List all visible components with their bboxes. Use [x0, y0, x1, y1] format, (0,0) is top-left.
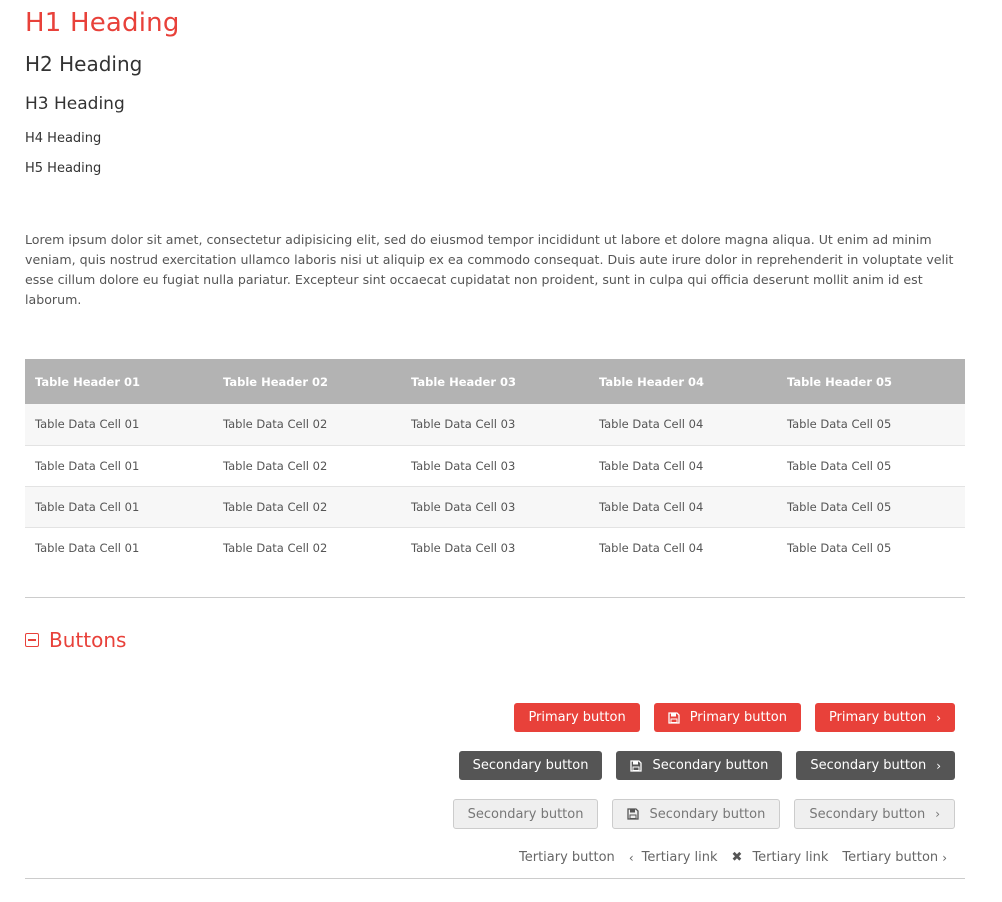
- buttons-section-header[interactable]: Buttons: [25, 628, 126, 652]
- primary-next-button[interactable]: Primary button ›: [814, 703, 955, 732]
- save-icon: [630, 759, 643, 772]
- button-label: Secondary button: [467, 806, 584, 822]
- secondary-light-button[interactable]: Secondary button: [452, 799, 599, 829]
- save-icon: [668, 711, 680, 724]
- chevron-right-icon: ›: [936, 710, 941, 725]
- data-table: Table Header 01 Table Header 02 Table He…: [25, 359, 965, 568]
- primary-button-row: Primary button Primary button Primary bu…: [514, 703, 955, 732]
- bottom-divider: [25, 878, 965, 879]
- button-label: Secondary button: [649, 806, 766, 822]
- button-label: Primary button: [528, 710, 626, 725]
- table-cell: Table Data Cell 02: [213, 404, 401, 446]
- tertiary-label: Tertiary button: [519, 850, 615, 865]
- save-icon: [627, 808, 640, 820]
- table-cell: Table Data Cell 01: [25, 404, 213, 446]
- table-cell: Table Data Cell 04: [589, 404, 777, 446]
- button-label: Secondary button: [472, 758, 589, 773]
- table-header-cell: Table Header 03: [401, 359, 589, 404]
- table-row: Table Data Cell 01 Table Data Cell 02 Ta…: [25, 445, 965, 487]
- table-header-cell: Table Header 05: [777, 359, 965, 404]
- table-cell: Table Data Cell 02: [213, 486, 401, 528]
- secondary-light-save-button[interactable]: Secondary button: [612, 799, 781, 829]
- button-label: Primary button: [689, 710, 787, 725]
- tertiary-back-link[interactable]: ‹ Tertiary link: [629, 850, 718, 865]
- h5-heading: H5 Heading: [25, 161, 102, 176]
- button-label: Secondary button: [652, 758, 769, 773]
- table-cell: Table Data Cell 04: [589, 445, 777, 487]
- table-row: Table Data Cell 01 Table Data Cell 02 Ta…: [25, 527, 965, 568]
- chevron-right-icon: ›: [942, 850, 947, 865]
- table-cell: Table Data Cell 01: [25, 445, 213, 487]
- section-divider: [25, 597, 965, 598]
- table-cell: Table Data Cell 02: [213, 445, 401, 487]
- table-cell: Table Data Cell 03: [401, 445, 589, 487]
- table-header-cell: Table Header 04: [589, 359, 777, 404]
- collapse-minus-icon[interactable]: [25, 633, 39, 647]
- secondary-dark-button-row: Secondary button Secondary button Second…: [458, 751, 955, 780]
- table-cell: Table Data Cell 03: [401, 486, 589, 528]
- table-cell: Table Data Cell 03: [401, 404, 589, 446]
- table-cell: Table Data Cell 05: [777, 445, 965, 487]
- chevron-left-icon: ‹: [628, 850, 634, 865]
- table-cell: Table Data Cell 05: [777, 486, 965, 528]
- table-cell: Table Data Cell 04: [589, 486, 777, 528]
- tertiary-row: Tertiary button ‹ Tertiary link ✖ Tertia…: [519, 850, 947, 865]
- primary-button[interactable]: Primary button: [514, 703, 640, 732]
- h2-heading: H2 Heading: [25, 52, 143, 76]
- secondary-button[interactable]: Secondary button: [458, 751, 603, 780]
- secondary-save-button[interactable]: Secondary button: [616, 751, 783, 780]
- table-header-cell: Table Header 02: [213, 359, 401, 404]
- table-cell: Table Data Cell 02: [223, 540, 328, 555]
- button-label: Secondary button: [810, 758, 927, 773]
- button-label: Secondary button: [809, 806, 926, 822]
- table-row: Table Data Cell 01 Table Data Cell 02 Ta…: [25, 404, 965, 446]
- chevron-right-icon: ›: [935, 807, 940, 821]
- button-label: Primary button: [828, 710, 927, 725]
- chevron-right-icon: ›: [936, 758, 941, 773]
- tertiary-close-link[interactable]: ✖ Tertiary link: [732, 850, 829, 865]
- tertiary-button[interactable]: Tertiary button: [519, 850, 615, 865]
- section-title: Buttons: [49, 628, 127, 652]
- secondary-light-next-button[interactable]: Secondary button ›: [794, 799, 955, 829]
- primary-save-button[interactable]: Primary button: [653, 703, 801, 732]
- table-cell: Table Data Cell 05: [777, 404, 965, 446]
- table-cell: Table Data Cell 01: [25, 486, 213, 528]
- table-cell: Table Data Cell 04: [599, 540, 704, 555]
- tertiary-label: Tertiary link: [641, 850, 718, 865]
- table-header-row: Table Header 01 Table Header 02 Table He…: [25, 359, 965, 404]
- body-paragraph: Lorem ipsum dolor sit amet, consectetur …: [25, 232, 954, 307]
- table-header-cell: Table Header 01: [25, 359, 213, 404]
- h4-heading: H4 Heading: [25, 131, 102, 146]
- tertiary-next-button[interactable]: Tertiary button ›: [842, 850, 947, 865]
- secondary-next-button[interactable]: Secondary button ›: [796, 751, 955, 780]
- table-cell: Table Data Cell 03: [411, 540, 516, 555]
- tertiary-label: Tertiary button: [842, 850, 939, 865]
- close-icon: ✖: [731, 850, 743, 865]
- table-cell: Table Data Cell 05: [787, 540, 892, 555]
- h3-heading: H3 Heading: [25, 94, 125, 114]
- tertiary-label: Tertiary link: [752, 850, 829, 865]
- table-cell: Table Data Cell 01: [35, 540, 140, 555]
- secondary-light-button-row: Secondary button Secondary button Second…: [452, 799, 955, 829]
- h1-heading: H1 Heading: [25, 8, 180, 38]
- table-row: Table Data Cell 01 Table Data Cell 02 Ta…: [25, 486, 965, 528]
